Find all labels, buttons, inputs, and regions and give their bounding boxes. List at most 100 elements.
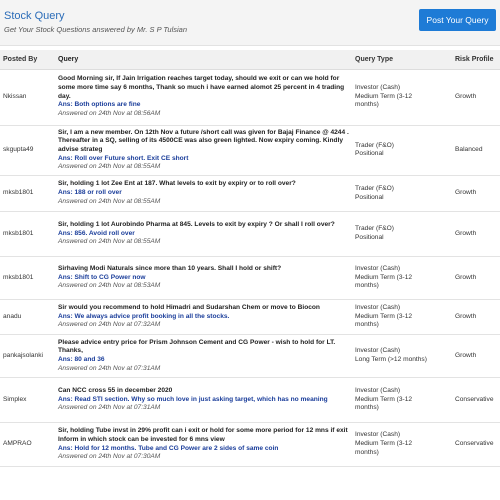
answered-timestamp: Answered on 24th Nov at 08:55AM — [58, 238, 161, 246]
query-type-line: Investor (Cash) — [355, 303, 401, 311]
table-row[interactable]: skgupta49 Sir, I am a new member. On 12th… — [0, 125, 500, 177]
query-type-line: Positional — [355, 234, 384, 242]
query-type-line: Trader (F&O) — [355, 184, 394, 192]
query-type-line: Positional — [355, 150, 384, 158]
query-type-line: Trader (F&O) — [355, 141, 394, 149]
posted-by-cell: mksb1801 — [0, 175, 55, 213]
query-text: Sir would you recommend to hold Himadri … — [58, 303, 320, 311]
risk-profile-cell: Growth — [452, 175, 500, 213]
query-type-line: months) — [355, 448, 379, 456]
query-text: Sir, holding Tube invst in 29% profit ca… — [58, 427, 348, 443]
risk-profile-cell: Growth — [452, 334, 500, 379]
table-header-row: Posted By Query Query Type Risk Profile — [0, 50, 500, 70]
answer-text: Ans: 80 and 36 — [58, 356, 105, 364]
query-type-cell: Trader (F&O) Positional — [352, 211, 452, 258]
answer-text: Ans: 856. Avoid roll over — [58, 229, 135, 237]
table-row[interactable]: mksb1801 Sirhaving Modi Naturals since mo… — [0, 256, 500, 301]
query-type-cell: Investor (Cash) Medium Term (3-12 months) — [352, 69, 452, 126]
query-type-line: Positional — [355, 193, 384, 201]
query-type-line: Trader (F&O) — [355, 225, 394, 233]
risk-profile-cell: Growth — [452, 256, 500, 301]
query-type-line: Medium Term (3-12 — [355, 395, 413, 403]
risk-profile-cell: Conservative — [452, 422, 500, 468]
page-header: Stock Query Get Your Stock Questions ans… — [0, 0, 500, 46]
answered-timestamp: Answered on 24th Nov at 07:32AM — [58, 321, 161, 329]
answer-text: Ans: Read STI section. Why so much love … — [58, 395, 328, 403]
query-cell: Good Morning sir, If Jain Irrigation rea… — [55, 69, 352, 126]
posted-by-cell: mksb1801 — [0, 256, 55, 301]
posted-by-cell: mksb1801 — [0, 211, 55, 258]
query-type-cell: Investor (Cash) Long Term (>12 months) — [352, 334, 452, 379]
query-text: Good Morning sir, If Jain Irrigation rea… — [58, 75, 345, 100]
risk-profile-cell: Balanced — [452, 125, 500, 177]
query-text: Please advice entry price for Prism John… — [58, 338, 336, 355]
query-text: Sirhaving Modi Naturals since more than … — [58, 264, 282, 272]
answered-timestamp: Answered on 24th Nov at 08:53AM — [58, 282, 161, 290]
column-header-risk-profile[interactable]: Risk Profile — [452, 50, 500, 70]
query-cell: Please advice entry price for Prism John… — [55, 334, 352, 379]
query-cell: Sir, holding 1 lot Aurobindo Pharma at 8… — [55, 211, 352, 258]
post-query-button[interactable]: Post Your Query — [419, 9, 496, 31]
column-header-posted-by[interactable]: Posted By — [0, 50, 55, 70]
table-row[interactable]: pankajsolanki Please advice entry price f… — [0, 334, 500, 379]
query-type-line: Medium Term (3-12 — [355, 92, 413, 100]
query-type-line: months) — [355, 101, 379, 109]
query-cell: Sir, holding 1 lot Zee Ent at 187. What … — [55, 175, 352, 213]
table-row[interactable]: mksb1801 Sir, holding 1 lot Aurobindo Pha… — [0, 211, 500, 258]
query-text: Sir, I am a new member. On 12th Nov a fu… — [58, 128, 349, 153]
column-header-query-type[interactable]: Query Type — [352, 50, 452, 70]
query-text: Sir, holding 1 lot Aurobindo Pharma at 8… — [58, 220, 335, 228]
answered-timestamp: Answered on 24th Nov at 08:55AM — [58, 163, 161, 171]
answered-timestamp: Answered on 24th Nov at 08:55AM — [58, 197, 161, 205]
answer-text: Ans: Hold for 12 months. Tube and CG Pow… — [58, 444, 279, 452]
query-type-line: months) — [355, 282, 379, 290]
query-type-line: Medium Term (3-12 — [355, 312, 413, 320]
query-type-cell: Investor (Cash) Medium Term (3-12 months) — [352, 299, 452, 336]
risk-profile-cell: Growth — [452, 69, 500, 126]
risk-profile-cell: Growth — [452, 211, 500, 258]
query-type-cell: Trader (F&O) Positional — [352, 125, 452, 177]
table-row[interactable]: mksb1801 Sir, holding 1 lot Zee Ent at 18… — [0, 175, 500, 213]
query-type-line: Investor (Cash) — [355, 386, 401, 394]
table-row[interactable]: Nkissan Good Morning sir, If Jain Irrigat… — [0, 69, 500, 126]
table-row[interactable]: AMPRAO Sir, holding Tube invst in 29% pro… — [0, 422, 500, 468]
query-type-cell: Trader (F&O) Positional — [352, 175, 452, 213]
posted-by-cell: pankajsolanki — [0, 334, 55, 379]
query-cell: Sirhaving Modi Naturals since more than … — [55, 256, 352, 301]
answered-timestamp: Answered on 24th Nov at 07:31AM — [58, 404, 161, 412]
posted-by-cell: AMPRAO — [0, 422, 55, 468]
risk-profile-cell: Conservative — [452, 377, 500, 424]
query-cell: Sir, holding Tube invst in 29% profit ca… — [55, 422, 352, 468]
column-header-query[interactable]: Query — [55, 50, 352, 70]
query-type-cell: Investor (Cash) Medium Term (3-12 months) — [352, 422, 452, 468]
table-row[interactable]: anadu Sir would you recommend to hold Him… — [0, 299, 500, 336]
query-type-line: Long Term (>12 months) — [355, 356, 427, 364]
query-text: Can NCC cross 55 in december 2020 — [58, 386, 173, 394]
answer-text: Ans: Both options are fine — [58, 101, 141, 109]
answered-timestamp: Answered on 24th Nov at 07:30AM — [58, 453, 161, 461]
query-type-line: Medium Term (3-12 — [355, 273, 413, 281]
answer-text: Ans: Roll over Future short. Exit CE sho… — [58, 154, 189, 162]
page-subtitle: Get Your Stock Questions answered by Mr.… — [4, 25, 187, 34]
posted-by-cell: Simplex — [0, 377, 55, 424]
query-type-line: Investor (Cash) — [355, 83, 401, 91]
query-cell: Sir would you recommend to hold Himadri … — [55, 299, 352, 336]
posted-by-cell: skgupta49 — [0, 125, 55, 177]
answer-text: Ans: 188 or roll over — [58, 189, 122, 197]
query-type-cell: Investor (Cash) Medium Term (3-12 months) — [352, 377, 452, 424]
queries-table: Posted By Query Query Type Risk Profile … — [0, 50, 500, 468]
answered-timestamp: Answered on 24th Nov at 08:56AM — [58, 110, 161, 118]
query-type-line: Investor (Cash) — [355, 347, 401, 355]
posted-by-cell: Nkissan — [0, 69, 55, 126]
table-row[interactable]: Simplex Can NCC cross 55 in december 2020… — [0, 377, 500, 424]
query-type-line: Investor (Cash) — [355, 264, 401, 272]
answer-text: Ans: We always advice profit booking in … — [58, 312, 230, 320]
query-type-line: Medium Term (3-12 — [355, 440, 413, 448]
query-type-line: months) — [355, 321, 379, 329]
query-text: Sir, holding 1 lot Zee Ent at 187. What … — [58, 180, 296, 188]
query-type-cell: Investor (Cash) Medium Term (3-12 months) — [352, 256, 452, 301]
query-cell: Sir, I am a new member. On 12th Nov a fu… — [55, 125, 352, 177]
query-cell: Can NCC cross 55 in december 2020 Ans: Re… — [55, 377, 352, 424]
query-type-line: months) — [355, 404, 379, 412]
posted-by-cell: anadu — [0, 299, 55, 336]
